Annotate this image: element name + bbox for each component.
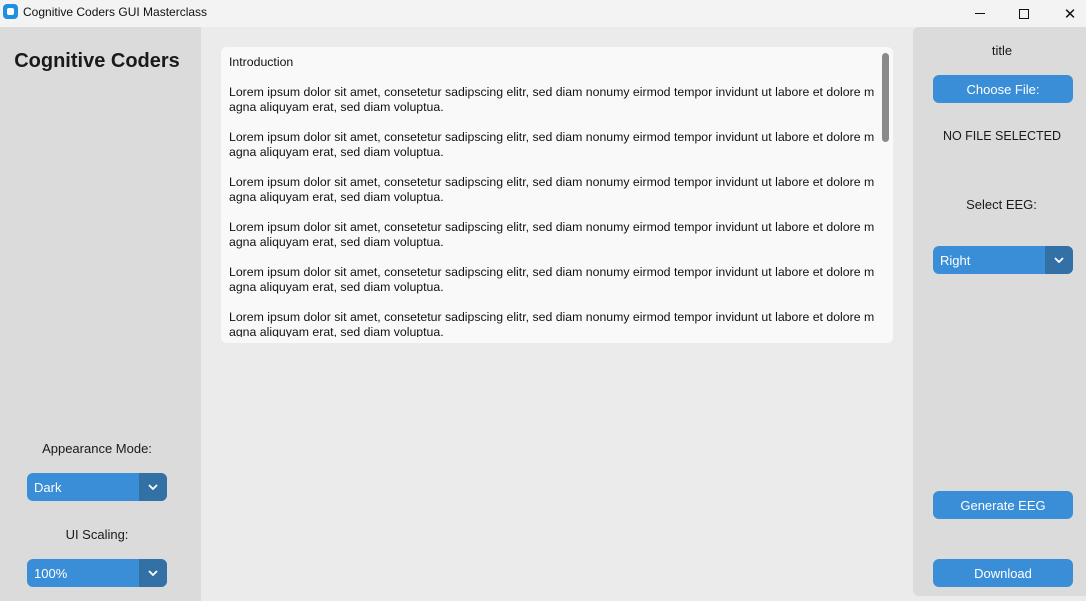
app-icon: [3, 4, 18, 19]
intro-heading: Introduction: [229, 55, 294, 69]
download-button[interactable]: Download: [933, 559, 1073, 587]
select-eeg-label: Select EEG:: [966, 197, 1037, 212]
textbox-content: Introduction Lorem ipsum dolor sit amet,…: [229, 55, 881, 337]
appearance-mode-value: Dark: [34, 479, 62, 495]
chevron-down-icon[interactable]: [139, 473, 167, 501]
textbox-scrollbar[interactable]: [882, 53, 889, 142]
logo-label: Cognitive Coders: [14, 50, 180, 72]
intro-textbox[interactable]: Introduction Lorem ipsum dolor sit amet,…: [221, 47, 893, 343]
chevron-down-icon[interactable]: [139, 559, 167, 587]
title-bar: Cognitive Coders GUI Masterclass ✕: [0, 0, 1086, 27]
file-status-label: NO FILE SELECTED: [942, 129, 1062, 143]
minimize-icon: [975, 13, 985, 14]
window-title: Cognitive Coders GUI Masterclass: [23, 5, 208, 19]
ui-scaling-dropdown[interactable]: 100%: [27, 559, 167, 587]
intro-paragraph: Lorem ipsum dolor sit amet, consetetur s…: [229, 310, 875, 337]
choose-file-button[interactable]: Choose File:: [933, 75, 1073, 103]
intro-paragraph: Lorem ipsum dolor sit amet, consetetur s…: [229, 220, 875, 249]
ui-scaling-value: 100%: [34, 565, 68, 581]
intro-paragraph: Lorem ipsum dolor sit amet, consetetur s…: [229, 175, 875, 204]
maximize-button[interactable]: [1001, 0, 1047, 27]
sidebar: Cognitive Coders Appearance Mode: Dark U…: [0, 27, 201, 601]
intro-paragraph: Lorem ipsum dolor sit amet, consetetur s…: [229, 265, 875, 294]
intro-paragraph: Lorem ipsum dolor sit amet, consetetur s…: [229, 85, 875, 114]
generate-eeg-button[interactable]: Generate EEG: [933, 491, 1073, 519]
maximize-icon: [1019, 8, 1029, 19]
intro-paragraph: Lorem ipsum dolor sit amet, consetetur s…: [229, 130, 875, 159]
appearance-mode-label: Appearance Mode:: [42, 441, 152, 456]
eeg-dropdown[interactable]: Right: [933, 246, 1073, 274]
chevron-down-icon[interactable]: [1045, 246, 1073, 274]
close-button[interactable]: ✕: [1047, 0, 1086, 27]
minimize-button[interactable]: [957, 0, 1003, 27]
eeg-value: Right: [940, 252, 971, 268]
ui-scaling-label: UI Scaling:: [65, 527, 129, 542]
close-icon: ✕: [1063, 5, 1077, 23]
panel-title: title: [991, 43, 1013, 58]
appearance-mode-dropdown[interactable]: Dark: [27, 473, 167, 501]
